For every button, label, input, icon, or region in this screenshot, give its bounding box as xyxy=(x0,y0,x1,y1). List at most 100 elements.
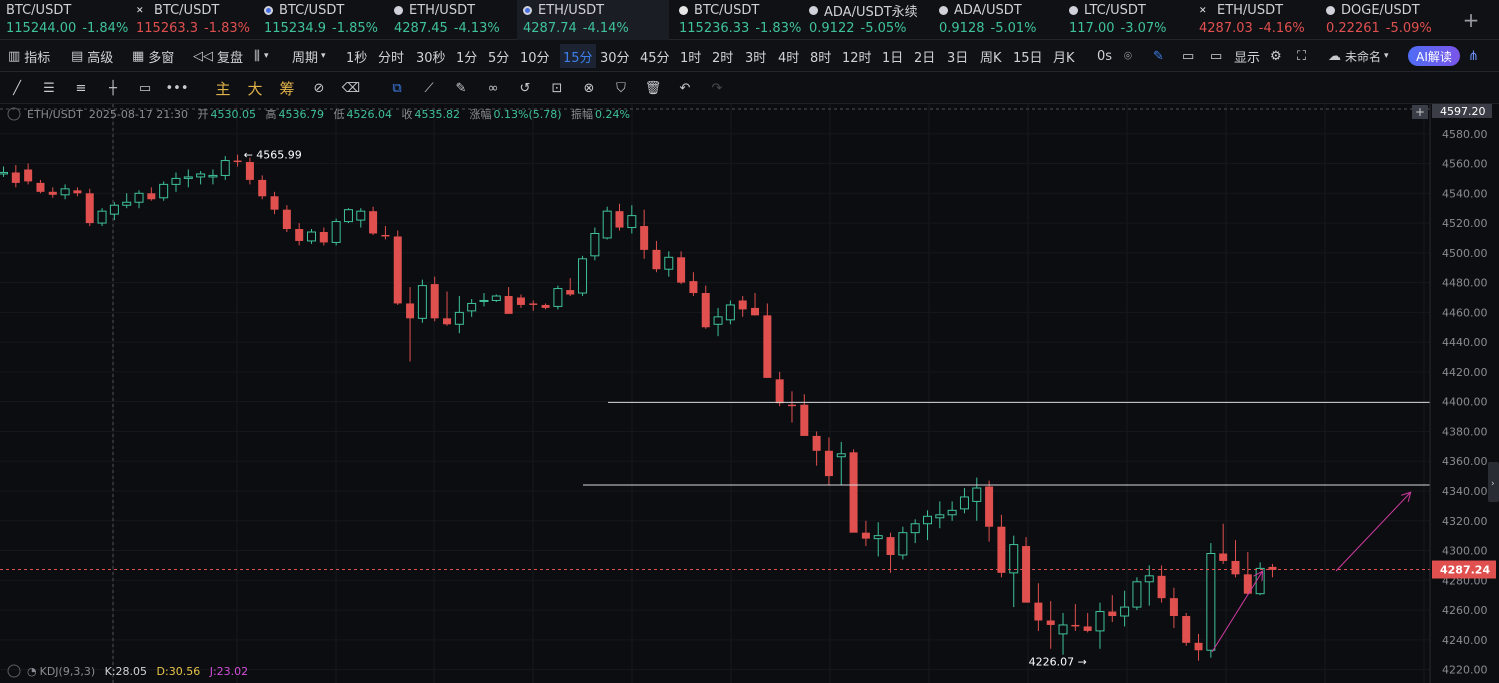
candlestick-chart[interactable]: ← 4565.99 4226.07 → 4580.00 4560.00 4540.00… xyxy=(0,104,1499,683)
pen-icon[interactable]: ✎ xyxy=(1153,40,1164,72)
interval-option[interactable]: 月K xyxy=(1053,40,1075,72)
symbol-tab[interactable]: ADA/USDT 0.9128 -5.01% xyxy=(933,0,1059,40)
ruler-icon[interactable]: ⟋ xyxy=(419,78,439,98)
candle-body xyxy=(1132,581,1142,608)
candle-body xyxy=(664,256,674,270)
candle-body xyxy=(553,288,563,307)
symbol-tab[interactable]: BTC/USDT 115244.00 -1.84% xyxy=(0,0,128,40)
magnet-icon[interactable]: ⊘ xyxy=(309,78,329,98)
attach-icon[interactable]: ⊗ xyxy=(579,78,599,98)
symbol-tab[interactable]: BTC/USDT 115234.9 -1.85% xyxy=(258,0,384,40)
interval-option[interactable]: 30分 xyxy=(600,40,630,72)
interval-option[interactable]: 1秒 xyxy=(346,40,367,72)
large-order-tool[interactable]: 大 xyxy=(245,78,265,98)
candle-body xyxy=(578,258,588,294)
trash-icon[interactable]: 🗑 xyxy=(643,78,663,98)
replay-tool-icon[interactable]: ↺ xyxy=(515,78,535,98)
share-icon[interactable]: ⋔ xyxy=(1468,40,1479,72)
candle-body xyxy=(208,174,218,178)
drawing-toolbar: ╱ ☰ ≡ ┼ ▭ ••• 主 大 筹 ⊘ ⌫ ⧉ ⟋ ✎ ∞ ↺ ⊡ ⊗ ⛉ … xyxy=(0,72,1499,104)
candle-body xyxy=(417,285,427,319)
interval-option[interactable]: 8时 xyxy=(810,40,831,72)
interval-option[interactable]: 1日 xyxy=(882,40,903,72)
chart-type-button[interactable]: ⫼ ▾ xyxy=(254,40,269,72)
chevron-down-icon: ▾ xyxy=(263,51,269,61)
candle-body xyxy=(1034,602,1043,621)
candle-body xyxy=(1046,620,1055,625)
interval-option[interactable]: 2日 xyxy=(914,40,935,72)
interval-option[interactable]: 5分 xyxy=(488,40,509,72)
interval-option[interactable]: 周K xyxy=(980,40,1002,72)
interval-option[interactable]: 15分 xyxy=(560,44,596,68)
candle-body xyxy=(812,435,821,451)
candle-body xyxy=(24,169,33,182)
candle-body xyxy=(1231,560,1240,575)
interval-option[interactable]: 4时 xyxy=(778,40,799,72)
price-tick: 4440.00 xyxy=(1442,336,1488,349)
advanced-button[interactable]: ▤ 高级 xyxy=(71,40,113,72)
kdj-text: ◔ KDJ(9,3,3) K:28.05 D:30.56 J:23.02 xyxy=(27,665,248,678)
horizontal-line-icon[interactable]: ┼ xyxy=(103,78,123,98)
interval-option[interactable]: 3时 xyxy=(745,40,766,72)
symbol-tab[interactable]: DOGE/USDT 0.22261 -5.09% xyxy=(1320,0,1446,40)
display-button[interactable]: 显示 xyxy=(1234,40,1260,72)
add-tab-icon[interactable]: + xyxy=(1462,8,1480,32)
symbol-tab[interactable]: ETH/USDT 4287.74 -4.14% xyxy=(517,0,669,40)
filter-icon[interactable]: ⛉ xyxy=(611,78,631,98)
period-button[interactable]: 周期 ▾ xyxy=(292,40,326,72)
interval-option[interactable]: 15日 xyxy=(1013,40,1043,72)
camera-icon[interactable]: ⌾ xyxy=(1124,40,1132,72)
settings-icon[interactable]: ⚙ xyxy=(1270,40,1282,72)
layout-icon[interactable]: ▭ xyxy=(1210,40,1222,72)
undo-icon[interactable]: ↶ xyxy=(675,78,695,98)
interval-option[interactable]: 12时 xyxy=(842,40,872,72)
interval-option[interactable]: 3日 xyxy=(947,40,968,72)
parallel-channel-icon[interactable]: ☰ xyxy=(39,78,59,98)
comment-icon[interactable]: ▭ xyxy=(1182,40,1194,72)
multi-window-button[interactable]: ▦ 多窗 xyxy=(132,40,174,72)
eraser-icon[interactable]: ⌫ xyxy=(341,78,361,98)
interval-option[interactable]: 2时 xyxy=(712,40,733,72)
interval-option[interactable]: 1时 xyxy=(680,40,701,72)
trend-line-icon[interactable]: ╱ xyxy=(7,78,27,98)
candle-body xyxy=(1095,611,1105,632)
symbol-tab[interactable]: ✕ ETH/USDT 4287.03 -4.16% xyxy=(1193,0,1318,40)
symbol-tab[interactable]: ETH/USDT 4287.45 -4.13% xyxy=(388,0,513,40)
brush-icon[interactable]: ✎ xyxy=(451,78,471,98)
interval-option[interactable]: 分时 xyxy=(378,40,404,72)
chips-tool[interactable]: 筹 xyxy=(277,78,297,98)
symbol-tab[interactable]: ADA/USDT永续 0.9122 -5.05% xyxy=(803,0,929,40)
interval-option[interactable]: 30秒 xyxy=(416,40,446,72)
candle-body xyxy=(504,296,513,314)
replay-button[interactable]: ◁◁ 复盘 xyxy=(193,40,243,72)
link-icon[interactable]: ∞ xyxy=(483,78,503,98)
main-indicator-tool[interactable]: 主 xyxy=(213,78,233,98)
candle-body xyxy=(369,211,378,234)
candle-body xyxy=(677,257,686,283)
rectangle-icon[interactable]: ▭ xyxy=(135,78,155,98)
tab-symbol: LTC/USDT xyxy=(1069,0,1189,20)
select-tool-icon[interactable]: ⧉ xyxy=(387,78,407,98)
layout-name-button[interactable]: ☁ 未命名 ▾ xyxy=(1328,40,1389,72)
price-tick: 4560.00 xyxy=(1442,158,1488,171)
snapshot-icon[interactable]: ⊡ xyxy=(547,78,567,98)
indicators-button[interactable]: ▥ 指标 xyxy=(8,40,50,72)
candle-body xyxy=(196,173,206,178)
symbol-tab[interactable]: LTC/USDT 117.00 -3.07% xyxy=(1063,0,1189,40)
interval-option[interactable]: 45分 xyxy=(640,40,670,72)
symbol-tab[interactable]: ✕ BTC/USDT 115263.3 -1.83% xyxy=(130,0,254,40)
symbol-tab[interactable]: BTC/USDT 115236.33 -1.83% xyxy=(673,0,801,40)
more-tools-icon[interactable]: ••• xyxy=(166,78,189,98)
candle-body xyxy=(873,535,883,540)
horizontal-lines-icon[interactable]: ≡ xyxy=(71,78,91,98)
dot-icon xyxy=(1069,5,1078,15)
candle-body xyxy=(1108,611,1117,617)
redo-icon[interactable]: ↷ xyxy=(707,78,727,98)
fullscreen-icon[interactable]: ⛶ xyxy=(1297,40,1306,72)
candle-body xyxy=(343,209,353,223)
interval-option[interactable]: 1分 xyxy=(456,40,477,72)
tab-symbol: ADA/USDT xyxy=(939,0,1059,20)
interval-option[interactable]: 10分 xyxy=(520,40,550,72)
candle-body xyxy=(1071,624,1080,627)
ai-interpret-button[interactable]: AI解读 xyxy=(1408,46,1460,66)
